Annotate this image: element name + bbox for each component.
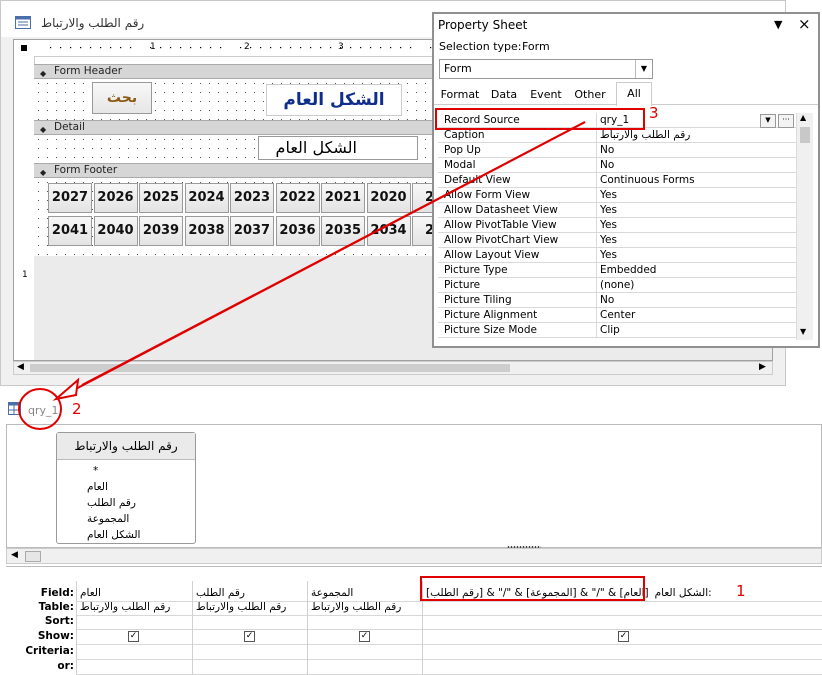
annotation-arrow	[18, 121, 586, 430]
